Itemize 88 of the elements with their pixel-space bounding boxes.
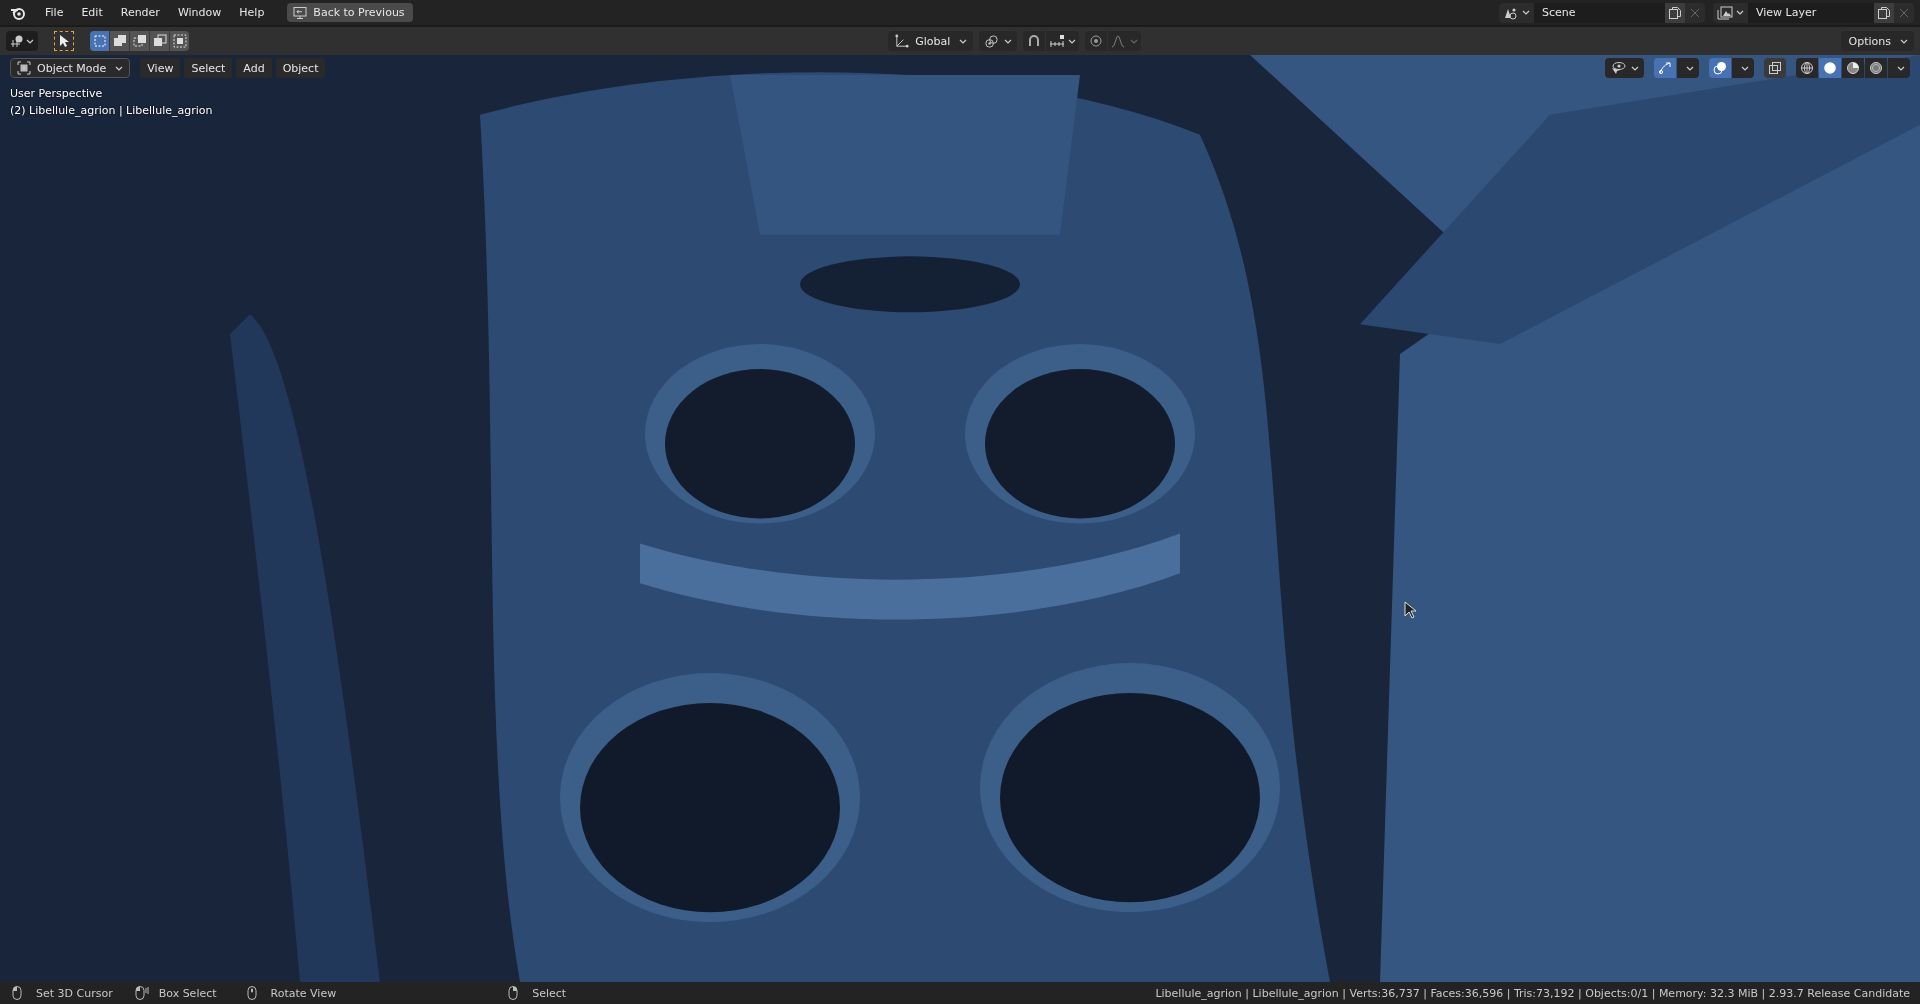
copy-button[interactable]	[1874, 2, 1894, 23]
status-hint: Select	[532, 986, 567, 1000]
squares-icon	[152, 34, 167, 48]
copy-button[interactable]	[1665, 2, 1685, 23]
chevron-icon	[1004, 38, 1013, 44]
object-mode-icon	[17, 61, 31, 75]
menu-item[interactable]: Window	[168, 3, 231, 22]
active-object-label: (2) Libellule_agrion | Libellule_agrion	[10, 104, 213, 117]
menu-item[interactable]: Help	[230, 3, 274, 22]
menu-item[interactable]: Render	[111, 3, 169, 22]
squares-icon	[1768, 61, 1782, 75]
select-tool-button[interactable]	[54, 31, 74, 51]
viewport-menu[interactable]: Select	[184, 58, 233, 78]
pivot-icon	[984, 33, 1000, 49]
viewport-menu[interactable]: View	[140, 58, 181, 78]
sphere-icon	[1869, 61, 1883, 75]
magnet-icon	[1027, 34, 1042, 48]
chevron-icon	[959, 38, 968, 44]
scene-selector[interactable]	[1499, 2, 1534, 23]
overlays-toggle[interactable]	[1709, 58, 1731, 78]
squares-icon	[132, 34, 147, 48]
axes-icon	[894, 33, 910, 49]
image-stack-icon	[1717, 5, 1733, 20]
object-mode-dropdown[interactable]: Object Mode	[10, 58, 131, 78]
view-perspective-label: User Perspective	[10, 87, 104, 100]
snap-target-dropdown[interactable]	[1046, 31, 1080, 51]
chevron-icon	[26, 38, 34, 44]
mouse-cursor-icon	[1404, 601, 1416, 619]
transform-orientation-dropdown[interactable]: Global	[888, 31, 974, 51]
arrow-curve-icon	[1658, 61, 1672, 75]
sphere-icon	[1846, 61, 1860, 75]
cursor-icon	[58, 34, 70, 48]
proportional-editing-toggle[interactable]	[1085, 31, 1108, 51]
menu-item[interactable]: File	[36, 3, 73, 22]
chevron-icon	[1685, 65, 1694, 71]
target-icon	[1089, 34, 1104, 48]
menu-item[interactable]: Edit	[72, 3, 112, 22]
eye-icon	[1610, 61, 1626, 75]
chevron-icon	[1522, 10, 1530, 15]
chevron-icon	[1740, 65, 1749, 71]
close-icon	[1899, 7, 1909, 18]
back-to-previous-button[interactable]: Back to Previous	[287, 3, 413, 22]
status-hint: Box Select	[158, 986, 217, 1000]
rendered-shading-button[interactable]	[1865, 58, 1887, 78]
options-dropdown[interactable]: Options	[1840, 31, 1914, 51]
chevron-icon	[1631, 65, 1639, 71]
circles-icon	[1713, 61, 1727, 75]
viewport-menu[interactable]: Add	[236, 58, 272, 78]
squares-icon	[112, 34, 127, 48]
select-new-button[interactable]	[90, 31, 109, 51]
status-hint: Set 3D Cursor	[36, 986, 113, 1000]
select-extend-button[interactable]	[110, 31, 129, 51]
wireframe-shading-button[interactable]	[1796, 58, 1818, 78]
viewport-menu[interactable]: Object	[275, 58, 326, 78]
close-icon	[1690, 7, 1700, 18]
scene-statistics: Libellule_agrion | Libellule_agrion | Verts:36,737 | Faces:36,596 | Tris:73,192 | Objects:0/1 | Memory: 32.3 MiB | 2.93.7 Release Candidate	[1155, 986, 1910, 1000]
select-subtract-button[interactable]	[130, 31, 149, 51]
material-shading-button[interactable]	[1842, 58, 1864, 78]
gizmo-toggle[interactable]	[1654, 58, 1676, 78]
gizmo-dropdown[interactable]	[1677, 58, 1699, 78]
select-intersect-button[interactable]	[170, 31, 189, 51]
select-invert-button[interactable]	[150, 31, 169, 51]
editor-type-button[interactable]	[6, 31, 38, 51]
ruler-icon	[1049, 35, 1066, 47]
copy-icon	[1877, 5, 1891, 20]
status-hint: Rotate View	[270, 986, 337, 1000]
chevron-icon	[1896, 65, 1905, 71]
copy-icon	[1668, 5, 1682, 20]
chevron-icon	[1900, 38, 1908, 44]
visibility-dropdown[interactable]	[1605, 58, 1644, 78]
pivot-point-dropdown[interactable]	[979, 31, 1018, 51]
chevron-icon	[1130, 38, 1139, 44]
monitor-icon	[293, 5, 308, 20]
axes-ball-icon	[10, 34, 23, 48]
sphere-icon	[1800, 61, 1814, 75]
sphere-icon	[1823, 61, 1837, 75]
falloff-dropdown[interactable]	[1108, 31, 1142, 51]
overlays-dropdown[interactable]	[1732, 58, 1754, 78]
chevron-icon	[1068, 38, 1077, 44]
chevron-icon	[1736, 10, 1744, 15]
chevron-icon	[115, 65, 124, 71]
squares-icon	[92, 34, 107, 48]
mouse-icon	[132, 985, 149, 1001]
squares-icon	[172, 34, 187, 48]
snap-toggle[interactable]	[1023, 31, 1046, 51]
view-layer-selector[interactable]	[1713, 2, 1748, 23]
solid-shading-button[interactable]	[1819, 58, 1841, 78]
xray-toggle[interactable]	[1764, 58, 1786, 78]
